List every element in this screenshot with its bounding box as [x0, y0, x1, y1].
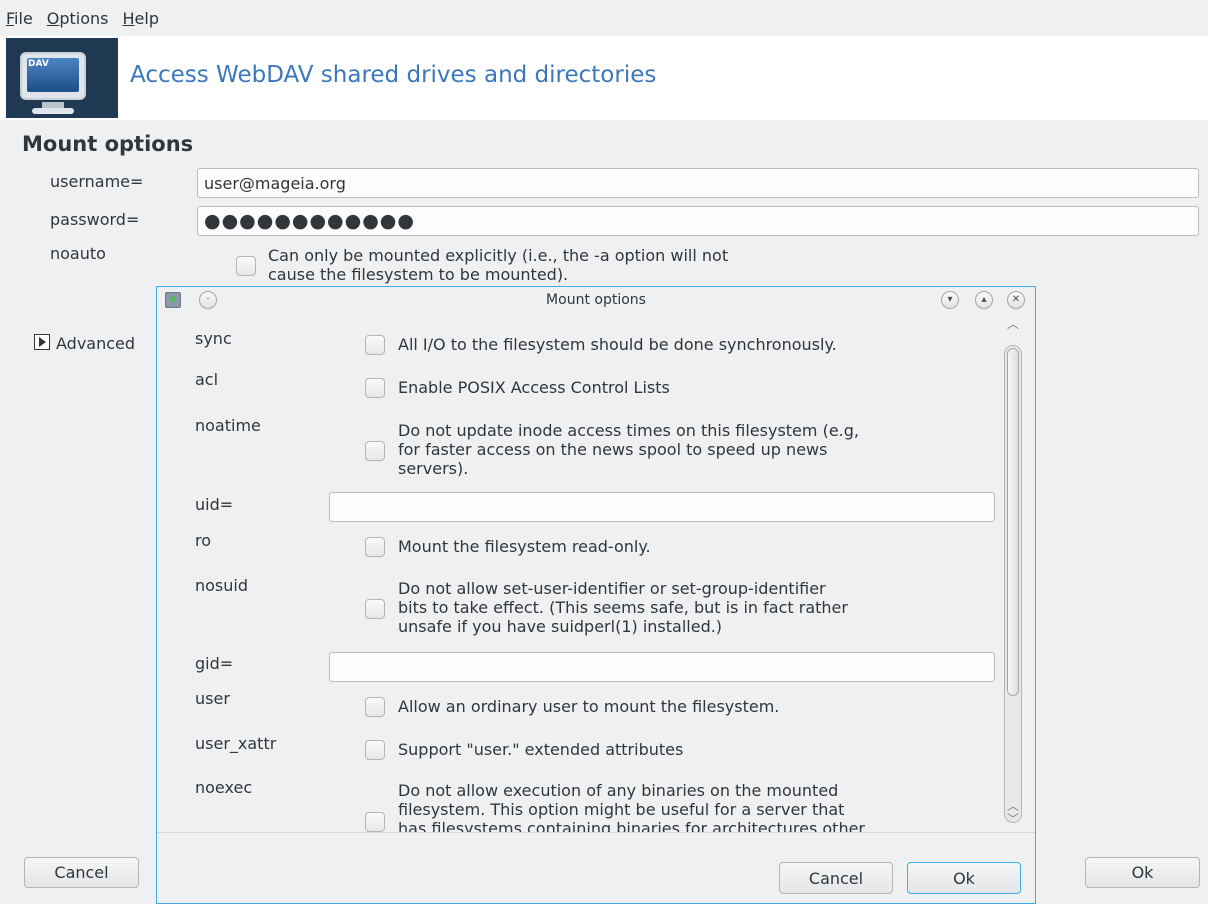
option-noexec-desc: Do not allow execution of any binaries o… — [398, 781, 865, 832]
advanced-expander-icon[interactable] — [34, 334, 50, 350]
menu-options[interactable]: Options — [47, 9, 109, 28]
monitor-base — [32, 108, 74, 114]
option-sync-desc: All I/O to the filesystem should be done… — [398, 335, 837, 354]
option-uid-label: uid= — [195, 495, 234, 514]
option-noexec-desc-line-1: Do not allow execution of any binaries o… — [398, 781, 839, 800]
option-ro-label: ro — [195, 531, 212, 550]
option-nosuid-checkbox[interactable] — [365, 599, 385, 619]
scroll-up-icon[interactable]: ︿ — [1005, 317, 1021, 331]
main-cancel-button[interactable]: Cancel — [24, 857, 139, 888]
mount-options-dialog: · Mount options ▾ ▴ ✕ sync All I/O to th… — [156, 286, 1036, 904]
option-sync-desc-line: All I/O to the filesystem should be done… — [398, 335, 837, 354]
option-user-desc-line: Allow an ordinary user to mount the file… — [398, 697, 780, 716]
menu-file-label: ile — [14, 8, 33, 28]
option-user-xattr-checkbox[interactable] — [365, 740, 385, 760]
webdav-monitor-icon: DAV — [6, 38, 118, 118]
option-user-xattr-desc-line: Support "user." extended attributes — [398, 740, 684, 759]
dialog-scrollbar[interactable]: ︿ ︿ ﹀ — [999, 315, 1029, 832]
scroll-up-small-icon[interactable]: ︿ — [1005, 799, 1021, 813]
dialog-separator — [157, 832, 1035, 833]
option-noexec-checkbox[interactable] — [365, 812, 385, 832]
option-nosuid-label: nosuid — [195, 576, 249, 595]
main-ok-button[interactable]: Ok — [1085, 857, 1200, 888]
menu-file-mnemonic: F — [6, 8, 15, 28]
option-ro-desc-line: Mount the filesystem read-only. — [398, 537, 651, 556]
option-user-desc: Allow an ordinary user to mount the file… — [398, 697, 779, 716]
close-icon[interactable]: ✕ — [1007, 291, 1025, 309]
header-banner: DAV Access WebDAV shared drives and dire… — [0, 36, 1208, 120]
noauto-desc-line-1: Can only be mounted explicitly (i.e., th… — [268, 246, 729, 265]
dialog-titlebar: · Mount options ▾ ▴ ✕ — [157, 287, 1035, 315]
minimize-icon[interactable]: ▾ — [941, 291, 959, 309]
page-title: Access WebDAV shared drives and director… — [130, 62, 657, 88]
section-title: Mount options — [22, 132, 194, 156]
menu-options-mnemonic: O — [46, 8, 60, 28]
menu-options-label: ptions — [59, 8, 109, 28]
password-label: password= — [50, 210, 140, 229]
option-nosuid-desc-line-2: bits to take effect. (This seems safe, b… — [398, 598, 848, 617]
option-nosuid-desc-line-3: unsafe if you have suidperl(1) installed… — [398, 617, 723, 636]
menu-bar: File Options Help — [0, 0, 1208, 36]
dialog-ok-button[interactable]: Ok — [907, 862, 1021, 894]
option-acl-label: acl — [195, 370, 219, 389]
option-noexec-desc-line-3: has filesystems containing binaries for … — [398, 819, 865, 832]
password-field[interactable]: ●●●●●●●●●●●● — [197, 206, 1199, 236]
option-noatime-label: noatime — [195, 416, 261, 435]
dialog-title: Mount options — [546, 292, 646, 308]
menu-help[interactable]: Help — [123, 9, 159, 28]
option-ro-desc: Mount the filesystem read-only. — [398, 537, 651, 556]
option-noatime-desc-line-2: for faster access on the news spool to s… — [398, 440, 828, 459]
option-noatime-desc-line-1: Do not update inode access times on this… — [398, 421, 859, 440]
option-noatime-desc-line-3: servers). — [398, 459, 469, 478]
option-user-checkbox[interactable] — [365, 697, 385, 717]
noauto-description: Can only be mounted explicitly (i.e., th… — [268, 246, 728, 284]
option-acl-desc-line: Enable POSIX Access Control Lists — [398, 378, 670, 397]
option-nosuid-desc-line-1: Do not allow set-user-identifier or set-… — [398, 579, 826, 598]
option-acl-checkbox[interactable] — [365, 378, 385, 398]
monitor-dav-text: DAV — [28, 59, 49, 69]
dialog-cancel-button[interactable]: Cancel — [779, 862, 893, 894]
noauto-desc-line-2: cause the filesystem to be mounted). — [268, 265, 569, 284]
gid-input[interactable] — [329, 652, 995, 682]
option-sync-checkbox[interactable] — [365, 335, 385, 355]
option-ro-checkbox[interactable] — [365, 537, 385, 557]
menu-help-mnemonic: H — [122, 8, 135, 28]
option-gid-label: gid= — [195, 654, 234, 673]
uid-input[interactable] — [329, 492, 995, 522]
option-noatime-desc: Do not update inode access times on this… — [398, 421, 859, 478]
option-nosuid-desc: Do not allow set-user-identifier or set-… — [398, 579, 848, 636]
dialog-options-scroll-area: sync All I/O to the filesystem should be… — [157, 315, 1035, 832]
scrollbar-track[interactable] — [1004, 345, 1022, 823]
option-user-xattr-desc: Support "user." extended attributes — [398, 740, 683, 759]
option-acl-desc: Enable POSIX Access Control Lists — [398, 378, 670, 397]
option-noexec-desc-line-2: filesystem. This option might be useful … — [398, 800, 845, 819]
advanced-label[interactable]: Advanced — [56, 334, 135, 353]
noauto-label: noauto — [50, 244, 106, 263]
monitor-shape: DAV — [20, 52, 86, 100]
option-user-xattr-label: user_xattr — [195, 734, 277, 753]
menu-help-label: elp — [134, 8, 159, 28]
option-noatime-checkbox[interactable] — [365, 441, 385, 461]
option-user-label: user — [195, 689, 230, 708]
scroll-down-icon[interactable]: ﹀ — [1005, 812, 1021, 826]
noauto-checkbox[interactable] — [236, 256, 256, 276]
menu-file[interactable]: File — [6, 9, 33, 28]
option-sync-label: sync — [195, 329, 232, 348]
username-label: username= — [50, 172, 144, 191]
maximize-icon[interactable]: ▴ — [975, 291, 993, 309]
username-field[interactable]: user@mageia.org — [197, 168, 1199, 198]
scrollbar-handle[interactable] — [1007, 348, 1019, 696]
option-noexec-label: noexec — [195, 778, 253, 797]
